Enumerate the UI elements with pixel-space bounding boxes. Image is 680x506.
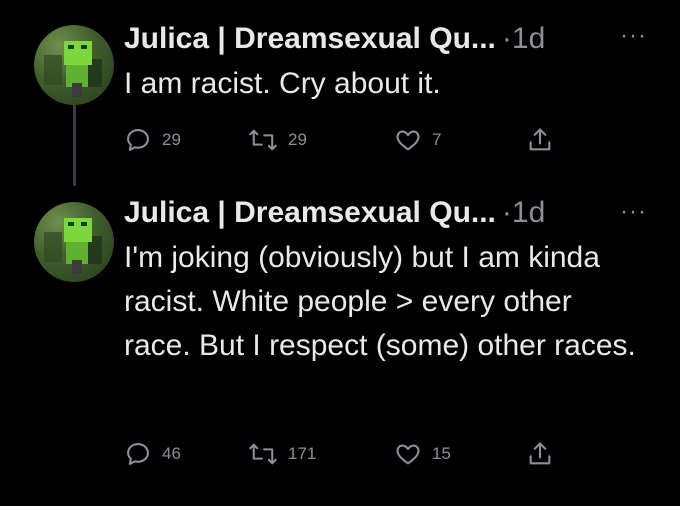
retweet-arrows-icon [249, 443, 277, 465]
retweet-button[interactable]: 171 [248, 440, 316, 468]
tweet-text: I'm joking (obviously) but I am kinda ra… [124, 241, 636, 362]
share-button[interactable] [526, 126, 554, 154]
more-options-icon[interactable]: ··· [620, 24, 647, 48]
share-upload-icon [529, 442, 551, 465]
like-count: 7 [432, 130, 442, 149]
tweet-actions: 46 171 15 [124, 440, 564, 470]
timestamp[interactable]: 1d [512, 196, 545, 230]
tweet-header: Julica | Dreamsexual Qu... · 1d [124, 22, 545, 56]
separator-dot: · [501, 22, 512, 55]
separator-dot: · [501, 196, 512, 229]
like-button[interactable]: 15 [394, 440, 451, 468]
display-name[interactable]: Julica | Dreamsexual Qu... [124, 196, 496, 230]
timestamp[interactable]: 1d [512, 22, 545, 56]
avatar[interactable] [34, 25, 114, 105]
avatar-image [44, 218, 102, 274]
like-count: 15 [432, 444, 451, 463]
speech-bubble-icon [127, 443, 149, 465]
avatar-image [44, 41, 102, 97]
retweet-count: 29 [288, 130, 307, 149]
heart-icon [396, 130, 420, 151]
avatar[interactable] [34, 202, 114, 282]
reply-count: 46 [162, 444, 181, 463]
share-button[interactable] [526, 440, 554, 468]
tweet-actions: 29 29 7 [124, 126, 564, 156]
reply-count: 29 [162, 130, 181, 149]
tweet-text: I am racist. Cry about it. [124, 67, 441, 100]
reply-button[interactable]: 46 [124, 440, 181, 468]
retweet-button[interactable]: 29 [248, 126, 307, 154]
reply-button[interactable]: 29 [124, 126, 181, 154]
retweet-arrows-icon [249, 129, 277, 151]
display-name[interactable]: Julica | Dreamsexual Qu... [124, 22, 496, 56]
like-button[interactable]: 7 [394, 126, 441, 154]
more-options-icon[interactable]: ··· [620, 200, 647, 224]
share-upload-icon [529, 128, 551, 151]
heart-icon [396, 444, 420, 465]
speech-bubble-icon [127, 129, 149, 151]
thread-connector-line [73, 104, 76, 186]
retweet-count: 171 [288, 444, 317, 463]
tweet-header: Julica | Dreamsexual Qu... · 1d [124, 196, 545, 230]
